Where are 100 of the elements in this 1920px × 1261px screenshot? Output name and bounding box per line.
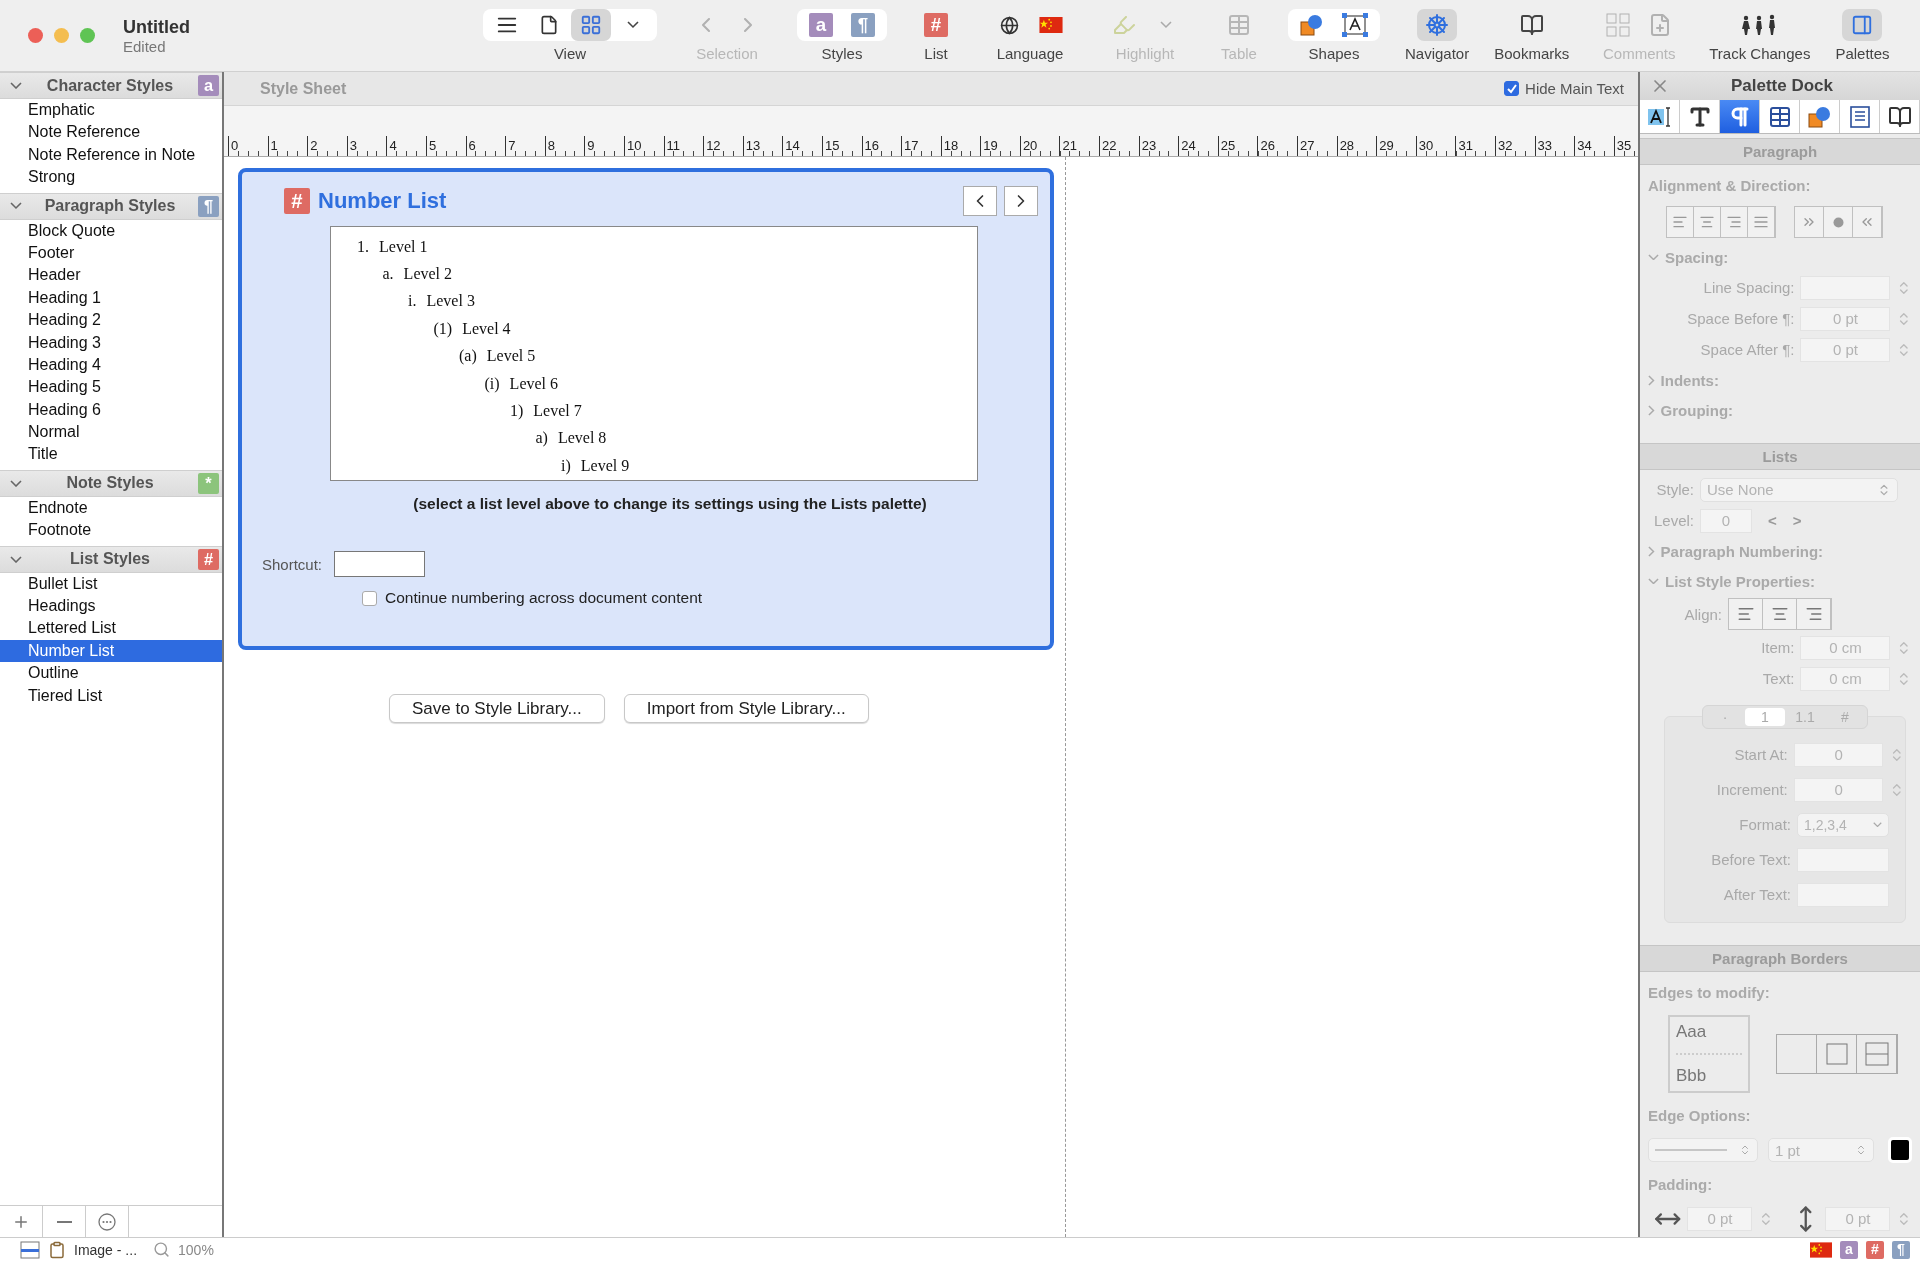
highlighter-icon [1112, 13, 1136, 37]
line-style-menu[interactable] [1648, 1138, 1758, 1162]
alignment-control[interactable] [1728, 598, 1832, 630]
chevron-down-icon[interactable] [10, 202, 22, 210]
search-icon[interactable] [153, 1241, 171, 1258]
checkmark-icon [1506, 83, 1518, 94]
field-label: Item: [1760, 639, 1795, 656]
alignment-control[interactable] [1666, 206, 1776, 238]
next-button[interactable] [1004, 186, 1038, 216]
style-badge-icon: a [809, 13, 833, 37]
style-item[interactable]: Bullet List [0, 572, 222, 596]
style-item[interactable]: Heading 5 [0, 376, 222, 399]
chevron-right-icon[interactable] [1648, 404, 1655, 416]
hide-main-text-checkbox[interactable]: Hide Main Text [1504, 80, 1624, 97]
ruler[interactable]: 0 1 2 3 4 5 6 7 8 9 10 11 12 13 14 15 16 17 18 19 20 21 22 23 24 25 26 27 28 29 30 31 32 33 34 35 [224, 106, 1638, 157]
chevron-right-icon[interactable] [1648, 374, 1655, 386]
layout-icon[interactable] [20, 1240, 40, 1259]
style-item[interactable]: Footnote [0, 519, 222, 542]
flag-icon [1039, 17, 1063, 33]
continue-numbering-checkbox[interactable]: Continue numbering across document content [362, 589, 1038, 607]
edges-preview[interactable]: Aaa Bbb [1668, 1015, 1750, 1093]
list-level[interactable]: (a) Level 5 [459, 342, 977, 370]
style-item[interactable]: Heading 2 [0, 309, 222, 332]
section-header[interactable]: Character Styles a [0, 72, 222, 99]
list-level[interactable]: a. Level 2 [382, 260, 977, 288]
shortcut-field[interactable] [334, 551, 426, 577]
previous-button[interactable] [963, 186, 997, 216]
style-item[interactable]: Normal [0, 421, 222, 444]
align-button[interactable] [1729, 599, 1763, 629]
field-label: Line Spacing: [1702, 279, 1795, 296]
style-item[interactable]: Title [0, 443, 222, 466]
align-button[interactable] [1667, 207, 1694, 237]
direction-button[interactable] [1795, 207, 1824, 237]
style-item[interactable]: Emphatic [0, 99, 222, 122]
list-level[interactable]: (i) Level 6 [484, 369, 977, 398]
zoom-button[interactable] [80, 28, 95, 43]
style-item[interactable]: Heading 4 [0, 353, 222, 377]
zoom-level: 100% [178, 1241, 214, 1258]
window-title: Untitled [123, 16, 190, 38]
style-badge-icon[interactable]: # [1866, 1240, 1884, 1259]
library-button[interactable]: Save to Style Library... [389, 694, 605, 723]
list-level[interactable]: i. Level 3 [408, 287, 977, 316]
palette-tab[interactable] [1680, 100, 1720, 133]
close-button[interactable] [28, 28, 43, 43]
style-item[interactable]: Tiered List [0, 684, 222, 707]
style-item[interactable]: Strong [0, 166, 222, 189]
style-item[interactable]: Note Reference [0, 121, 222, 144]
align-button[interactable] [1797, 599, 1831, 629]
shortcut-label: Shortcut: [262, 555, 323, 573]
direction-button[interactable] [1853, 207, 1882, 237]
list-level[interactable]: a) Level 8 [535, 424, 977, 453]
list-level[interactable]: (1) Level 4 [433, 315, 977, 343]
style-item[interactable]: Lettered List [0, 617, 222, 640]
minimize-button[interactable] [54, 28, 69, 43]
palette-tab[interactable] [1880, 100, 1920, 133]
section-header[interactable]: Paragraph Styles ¶ [0, 192, 222, 220]
color-well[interactable] [1888, 1137, 1912, 1163]
text-box-icon [1341, 12, 1369, 38]
border-edges-control[interactable] [1776, 1034, 1898, 1074]
list-level[interactable]: 1. Level 1 [357, 233, 977, 261]
chevron-down-icon[interactable] [10, 81, 22, 90]
direction-control[interactable] [1794, 206, 1883, 238]
document-label: Image - ... [74, 1241, 138, 1258]
style-item[interactable]: Heading 3 [0, 331, 222, 354]
section-header[interactable]: Note Styles * [0, 469, 222, 497]
style-item[interactable]: Header [0, 264, 222, 287]
align-button[interactable] [1694, 207, 1721, 237]
style-item[interactable]: Heading 1 [0, 286, 222, 310]
palette-tab[interactable] [1760, 100, 1800, 133]
chevron-down-icon[interactable] [627, 21, 639, 29]
style-item[interactable]: Footer [0, 241, 222, 265]
palette-tab[interactable] [1640, 100, 1680, 133]
palette-section-header: Lists [1640, 443, 1920, 470]
style-item[interactable]: Note Reference in Note [0, 143, 222, 167]
style-item[interactable]: Number List [0, 639, 222, 663]
align-button[interactable] [1748, 207, 1775, 237]
clipboard-icon[interactable] [48, 1240, 66, 1259]
style-item[interactable]: Headings [0, 595, 222, 618]
align-button[interactable] [1721, 207, 1748, 237]
flag-icon [1810, 1241, 1832, 1258]
chevron-right-icon[interactable] [1648, 545, 1655, 557]
ship-wheel-icon [1425, 13, 1450, 37]
sheet-title: Style Sheet [260, 79, 348, 98]
direction-button[interactable] [1824, 207, 1853, 237]
style-item[interactable]: Heading 6 [0, 398, 222, 422]
field-label: Start At: [1733, 746, 1788, 763]
chevron-down-icon[interactable] [10, 479, 22, 487]
text-cursor-icon [1646, 105, 1673, 128]
chevron-down-icon[interactable] [10, 555, 22, 563]
align-button[interactable] [1763, 599, 1797, 629]
section-header[interactable]: List Styles # [0, 545, 222, 573]
style-item[interactable]: Block Quote [0, 219, 222, 242]
style-item[interactable]: Outline [0, 662, 222, 685]
style-item[interactable]: Endnote [0, 496, 222, 520]
library-button[interactable]: Import from Style Library... [623, 694, 869, 723]
toolbar-button[interactable]: # [916, 9, 956, 41]
list-level[interactable]: i) Level 9 [561, 452, 977, 480]
toolbar-label: List [924, 45, 948, 62]
list-level[interactable]: 1) Level 7 [510, 397, 977, 425]
up-down-icon [1855, 1144, 1867, 1156]
